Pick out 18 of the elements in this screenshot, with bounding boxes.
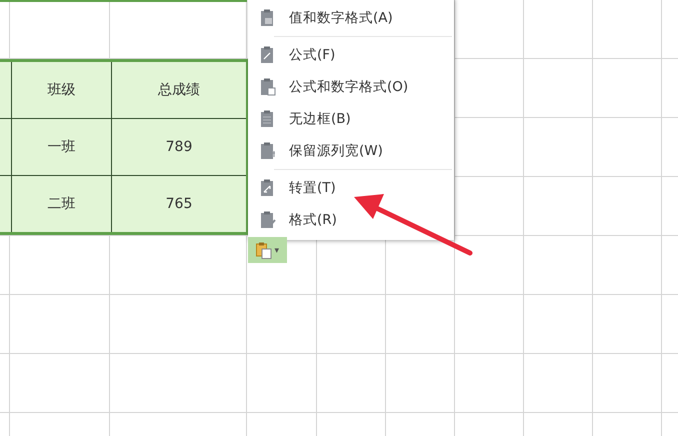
clipboard-icon	[260, 9, 276, 27]
menu-item[interactable]: 保留源列宽(W)	[248, 135, 454, 167]
clipboard-icon	[260, 110, 276, 128]
paste-icon	[256, 242, 272, 258]
column-header: 班级	[12, 60, 112, 118]
clipboard-icon	[260, 46, 276, 64]
menu-item[interactable]: 转置(T)	[248, 172, 454, 204]
menu-item[interactable]: 公式和数字格式(O)	[248, 71, 454, 103]
menu-item[interactable]: 公式(F)	[248, 39, 454, 71]
clipboard-icon	[260, 78, 276, 96]
table-cell: 一班	[12, 118, 112, 176]
paste-options-button[interactable]: ▾	[248, 237, 287, 263]
menu-item[interactable]: 格式(R)	[248, 204, 454, 236]
clipboard-icon	[260, 211, 276, 229]
menu-item[interactable]: 值和数字格式(A)	[248, 2, 454, 34]
clipboard-icon	[260, 142, 276, 160]
clipboard-icon	[260, 179, 276, 197]
menu-item[interactable]: 无边框(B)	[248, 103, 454, 135]
